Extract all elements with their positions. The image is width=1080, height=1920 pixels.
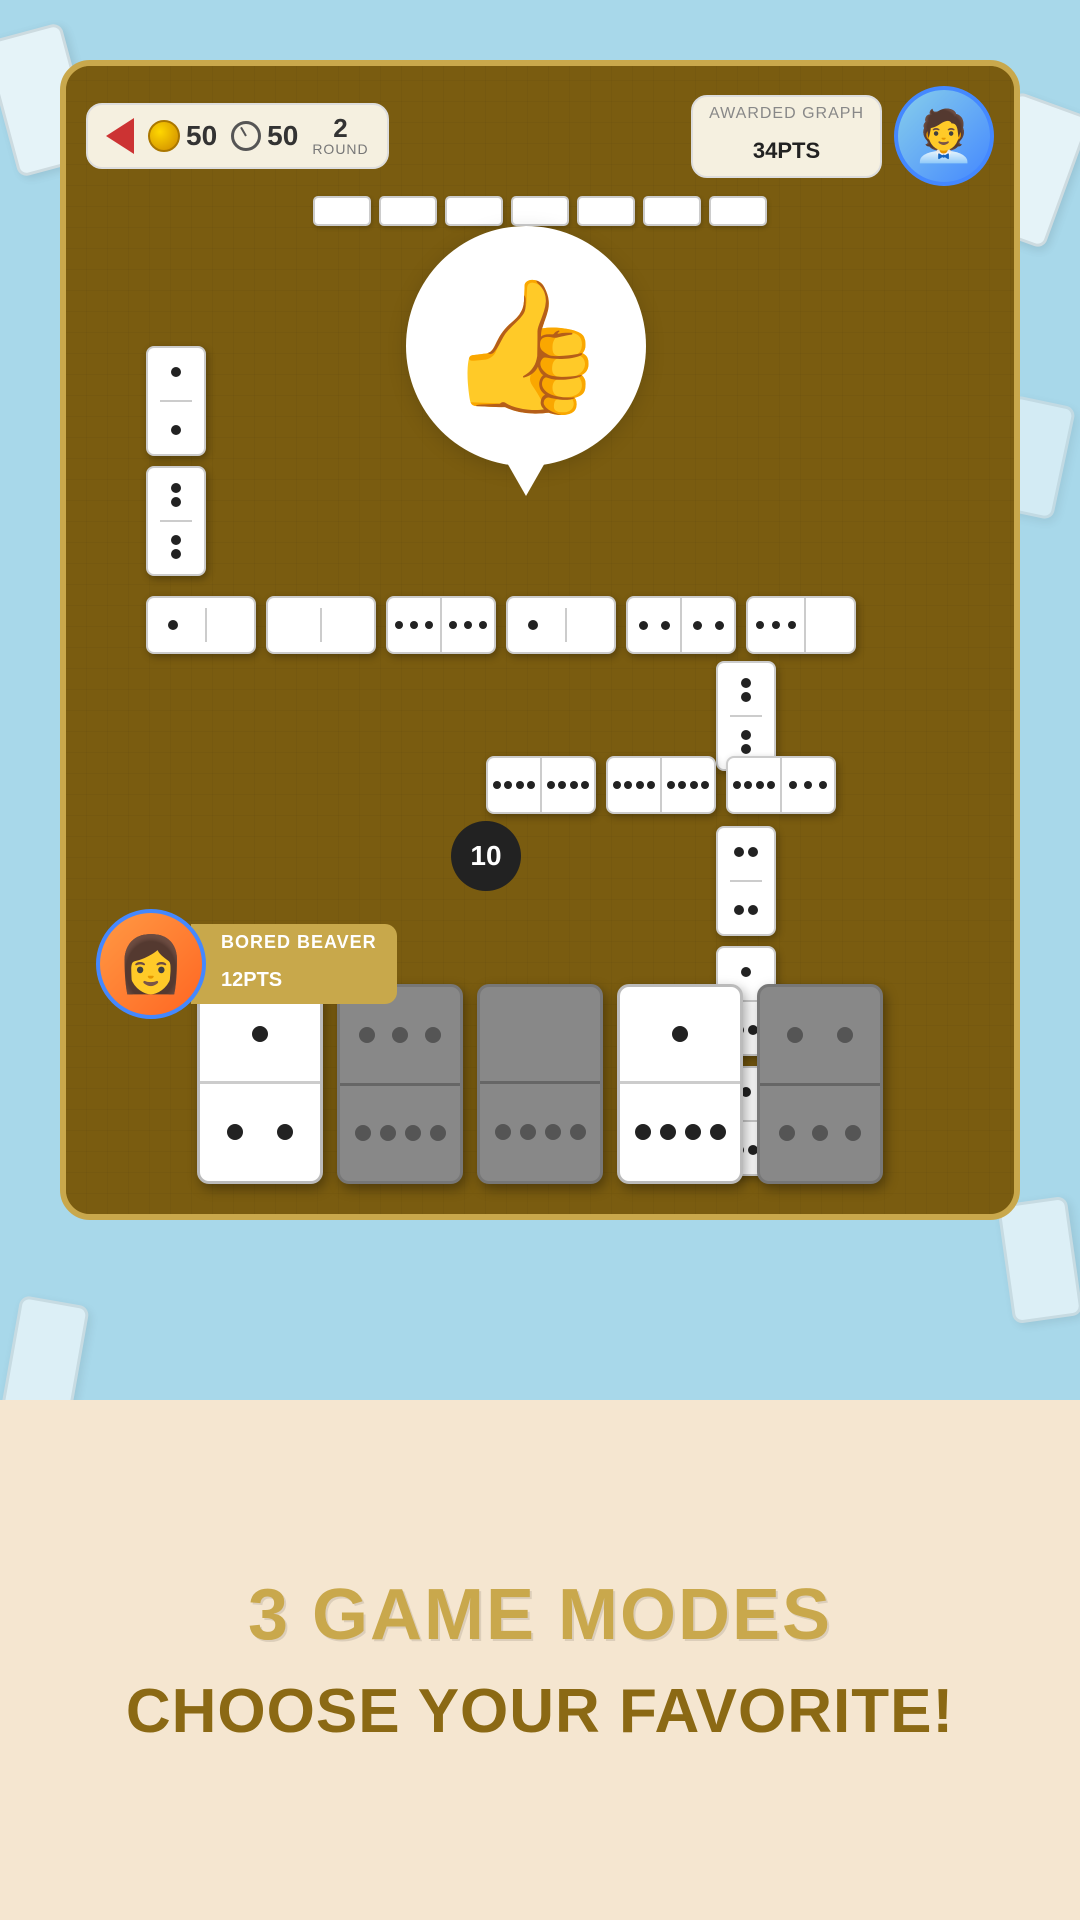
timer-icon	[231, 121, 261, 151]
coin-count: 50	[186, 120, 217, 152]
coin-area: 50	[148, 120, 217, 152]
player-name: BORED BEAVER	[221, 932, 377, 953]
score-tag: BORED BEAVER 12PTS	[191, 924, 397, 1004]
domino-tile	[716, 826, 776, 936]
hand-tile[interactable]	[617, 984, 743, 1184]
round-label: ROUND	[312, 141, 368, 157]
domino-tile	[716, 661, 776, 771]
hand-tile[interactable]	[477, 984, 603, 1184]
player-avatar: 👩	[96, 909, 206, 1019]
round-number: 2	[312, 115, 368, 141]
hand-tile[interactable]	[757, 984, 883, 1184]
awarded-label: AWARDED GRAPH	[709, 105, 864, 123]
coin-icon	[148, 120, 180, 152]
player-score: 👩 BORED BEAVER 12PTS	[96, 909, 397, 1019]
player-pts: 12PTS	[221, 953, 377, 996]
game-board: 50 50 2 ROUND AWARDED GRAPH 34PTS 🧑‍💼	[60, 60, 1020, 1220]
opp-tile	[511, 196, 569, 226]
domino-tile	[726, 756, 836, 814]
headline-1: 3 GAME MODES	[248, 1574, 832, 1656]
domino-tile	[146, 346, 206, 456]
back-button[interactable]	[106, 118, 134, 154]
bottom-section: 3 GAME MODES CHOOSE YOUR FAVORITE!	[0, 1400, 1080, 1920]
opp-tile	[445, 196, 503, 226]
domino-tile	[626, 596, 736, 654]
domino-tile	[506, 596, 616, 654]
opp-tile	[709, 196, 767, 226]
domino-tile	[486, 756, 596, 814]
timer-area: 50	[231, 120, 298, 152]
awarded-pts: 34PTS	[709, 123, 864, 168]
opp-tile	[577, 196, 635, 226]
domino-tile	[146, 466, 206, 576]
domino-tile	[266, 596, 376, 654]
awarded-graph: AWARDED GRAPH 34PTS	[691, 95, 882, 178]
controls-left: 50 50 2 ROUND	[86, 103, 389, 169]
domino-tile	[606, 756, 716, 814]
player-hand	[86, 984, 994, 1184]
domino-tile	[386, 596, 496, 654]
domino-tile	[746, 596, 856, 654]
domino-tile	[146, 596, 256, 654]
timer-count: 50	[267, 120, 298, 152]
headline-2: CHOOSE YOUR FAVORITE!	[126, 1676, 954, 1747]
opp-tile	[313, 196, 371, 226]
score-bubble: 10	[451, 821, 521, 891]
hand-tile[interactable]	[337, 984, 463, 1184]
opponent-hand	[126, 196, 954, 226]
play-area: 10	[96, 266, 984, 994]
opp-tile	[643, 196, 701, 226]
hand-tile[interactable]	[197, 984, 323, 1184]
opp-tile	[379, 196, 437, 226]
top-bar: 50 50 2 ROUND AWARDED GRAPH 34PTS 🧑‍💼	[86, 86, 994, 186]
opponent-avatar: 🧑‍💼	[894, 86, 994, 186]
